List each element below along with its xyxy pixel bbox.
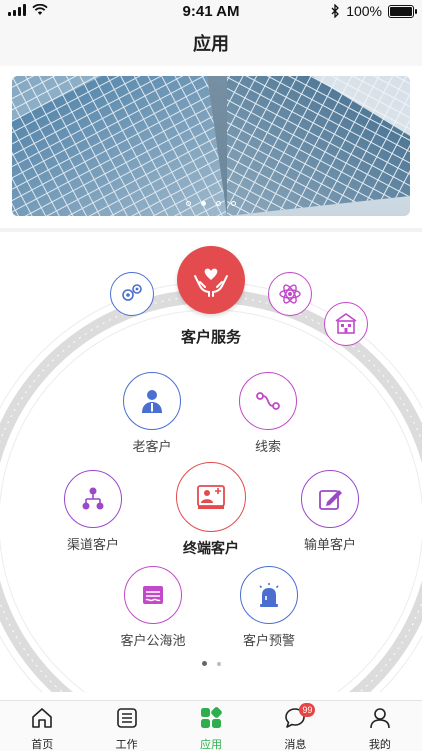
customer-service-button[interactable]: [177, 246, 245, 314]
heart-hands-icon: [194, 268, 228, 297]
app-label: 老客户: [132, 439, 172, 454]
alarm-icon: [240, 566, 298, 624]
message-badge: 99: [299, 703, 316, 717]
terminal-icon: [176, 462, 246, 532]
tab-apps[interactable]: 应用: [169, 701, 253, 751]
status-right: 100%: [331, 3, 417, 19]
banner-image: [12, 76, 410, 216]
app-lost-customer[interactable]: 输单客户: [295, 470, 365, 553]
tab-bar: 首页 工作 应用 99 消息 我的: [0, 700, 422, 751]
user-icon: [370, 708, 390, 729]
app-customer-alert[interactable]: 客户预警: [229, 566, 309, 649]
app-orbit-panel: 客户服务 老客户 线索 渠道客户 终端客户 输单客户 客户公海池 客户预警: [0, 232, 422, 692]
banner-indicator: [12, 201, 410, 206]
tab-messages[interactable]: 99 消息: [253, 701, 337, 751]
tab-profile[interactable]: 我的: [338, 701, 422, 751]
route-icon: [239, 372, 297, 430]
app-customer-pool[interactable]: 客户公海池: [113, 566, 193, 649]
person-icon: [123, 372, 181, 430]
tab-home[interactable]: 首页: [0, 701, 84, 751]
app-label: 线索: [254, 439, 281, 454]
banner-carousel[interactable]: [12, 76, 410, 216]
edit-icon: [301, 470, 359, 528]
banner-dot[interactable]: [231, 201, 236, 206]
app-label: 客户公海池: [120, 633, 186, 648]
gears-icon[interactable]: [110, 272, 154, 316]
tab-work[interactable]: 工作: [84, 701, 168, 751]
page-indicator: [0, 661, 422, 666]
page-title: 应用: [0, 24, 422, 66]
page-dot[interactable]: [216, 661, 221, 666]
atom-icon[interactable]: [268, 272, 312, 316]
home-icon: [32, 708, 53, 728]
app-label: 客户预警: [242, 633, 295, 648]
app-label: 输单客户: [303, 537, 356, 552]
apps-icon: [201, 707, 222, 728]
app-end-customer[interactable]: 终端客户: [171, 462, 251, 558]
bluetooth-icon: [331, 4, 340, 18]
list-icon: [116, 708, 137, 728]
banner-dot[interactable]: [186, 201, 191, 206]
page-dot[interactable]: [201, 661, 207, 666]
pool-icon: [124, 566, 182, 624]
app-label: 渠道客户: [66, 537, 119, 552]
battery-icon: [388, 4, 417, 18]
app-channel-customer[interactable]: 渠道客户: [58, 470, 128, 553]
battery-percent: 100%: [346, 3, 382, 19]
banner-dot[interactable]: [201, 201, 206, 206]
app-label: 终端客户: [183, 540, 239, 556]
app-old-customer[interactable]: 老客户: [117, 372, 187, 455]
banner-dot[interactable]: [216, 201, 221, 206]
app-leads[interactable]: 线索: [233, 372, 303, 455]
hierarchy-icon: [64, 470, 122, 528]
status-bar: 9:41 AM 100%: [0, 0, 422, 24]
hero-label: 客户服务: [180, 329, 241, 346]
